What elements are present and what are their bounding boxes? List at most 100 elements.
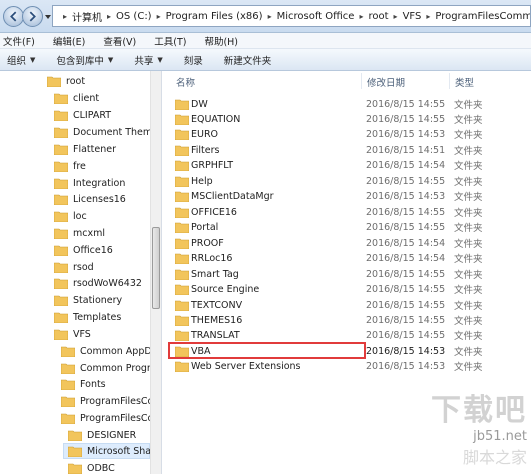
file-name: Filters [191,144,220,156]
folder-icon [175,238,189,249]
file-row[interactable]: EQUATION 2016/8/15 14:55 文件夹 [170,111,528,127]
tree-item-label: CLIPART [73,109,112,121]
tree-item-vfs[interactable]: VFS [54,326,91,342]
file-row[interactable]: Source Engine 2016/8/15 14:55 文件夹 [170,281,528,297]
forward-button[interactable] [22,6,43,27]
column-divider[interactable] [449,73,450,89]
tree-item-loc[interactable]: loc [54,208,87,224]
recent-pages-dropdown-icon[interactable] [44,13,52,21]
column-header-type[interactable]: 类型 [455,75,474,89]
scrollbar-thumb[interactable] [152,227,160,309]
folder-icon [175,330,189,341]
menu-tools[interactable]: 工具(T) [154,34,186,48]
folder-icon [175,269,189,280]
file-row[interactable]: PROOF 2016/8/15 14:54 文件夹 [170,235,528,251]
tree-item-common-programs[interactable]: Common Prograr [61,360,161,376]
address-bar[interactable]: ▸ 计算机 ▸ OS (C:) ▸ Program Files (x86) ▸ Mic… [52,5,531,27]
tree-item-label: fre [73,160,86,172]
tree-item-designer[interactable]: DESIGNER [68,427,136,443]
tree-item-stationery[interactable]: Stationery [54,292,122,308]
file-row-vba[interactable]: VBA 2016/8/15 14:53 文件夹 [170,343,528,359]
breadcrumb-drive[interactable]: OS (C:) ▸ [116,11,166,22]
tree-item-common-appdata[interactable]: Common AppDat [61,343,161,359]
tree-item-fonts[interactable]: Fonts [61,376,106,392]
tree-item-templates[interactable]: Templates [54,309,121,325]
file-row[interactable]: TRANSLAT 2016/8/15 14:55 文件夹 [170,327,528,343]
tree-item-integration[interactable]: Integration [54,175,125,191]
file-row[interactable]: Portal 2016/8/15 14:55 文件夹 [170,219,528,235]
folder-icon [61,363,75,374]
tree-item-label: rsodWoW6432 [73,277,142,289]
file-row[interactable]: Filters 2016/8/15 14:51 文件夹 [170,142,528,158]
organize-button[interactable]: 组织 ▼ [7,53,35,67]
column-divider[interactable] [361,73,362,89]
tree-item-rsodwow6432[interactable]: rsodWoW6432 [54,275,142,291]
file-row[interactable]: EURO 2016/8/15 14:53 文件夹 [170,126,528,142]
folder-icon [54,245,68,256]
share-label: 共享 [134,55,154,67]
new-folder-button[interactable]: 新建文件夹 [224,53,272,67]
folder-icon [175,99,189,110]
back-button[interactable] [3,6,24,27]
folder-icon [175,114,189,125]
file-type: 文件夹 [454,177,483,188]
include-library-button[interactable]: 包含到库中 ▼ [56,53,113,67]
menu-help[interactable]: 帮助(H) [204,34,238,48]
tree-item-document-themes[interactable]: Document Themes [54,124,161,140]
menu-edit[interactable]: 编辑(E) [53,34,85,48]
folder-icon [61,396,75,407]
file-row[interactable]: OFFICE16 2016/8/15 14:55 文件夹 [170,204,528,220]
breadcrumb-vfs[interactable]: VFS ▸ [403,11,436,22]
folder-icon [175,315,189,326]
breadcrumb-computer[interactable]: 计算机 ▸ [72,9,116,24]
file-date: 2016/8/15 14:53 [366,345,446,357]
menu-file[interactable]: 文件(F) [3,34,35,48]
file-row[interactable]: MSClientDataMgr 2016/8/15 14:53 文件夹 [170,188,528,204]
tree-item-rsod[interactable]: rsod [54,259,94,275]
tree-item-programfilescommon-2[interactable]: ProgramFilesCom [61,410,161,426]
tree-item-client[interactable]: client [54,90,99,106]
tree-item-office16[interactable]: Office16 [54,242,113,258]
file-row[interactable]: GRPHFLT 2016/8/15 14:54 文件夹 [170,157,528,173]
tree-item-microsoft-shared[interactable]: Microsoft Share [63,443,161,459]
file-name: THEMES16 [191,314,243,326]
breadcrumb-sep-root[interactable]: ▸ [58,12,72,21]
file-row[interactable]: TEXTCONV 2016/8/15 14:55 文件夹 [170,297,528,313]
tree-item-licenses16[interactable]: Licenses16 [54,191,126,207]
file-row[interactable]: Web Server Extensions 2016/8/15 14:53 文件夹 [170,358,528,374]
breadcrumb-programfilescommon[interactable]: ProgramFilesCommonX8 [435,11,530,22]
column-header-date[interactable]: 修改日期 [367,75,405,89]
tree-item-root[interactable]: root [47,73,85,89]
tree-item-label: Document Themes [73,126,161,138]
folder-icon [47,76,61,87]
file-type: 文件夹 [454,130,483,141]
tree-item-flattener[interactable]: Flattener [54,141,116,157]
tree-item-mcxml[interactable]: mcxml [54,225,105,241]
tree-item-odbc[interactable]: ODBC [68,460,115,474]
burn-button[interactable]: 刻录 [184,53,203,67]
share-button[interactable]: 共享 ▼ [134,53,162,67]
file-row[interactable]: RRLoc16 2016/8/15 14:54 文件夹 [170,250,528,266]
file-row[interactable]: THEMES16 2016/8/15 14:55 文件夹 [170,312,528,328]
file-name: MSClientDataMgr [191,190,274,202]
file-name: EQUATION [191,113,241,125]
tree-scrollbar[interactable] [150,71,161,474]
menu-view[interactable]: 查看(V) [103,34,136,48]
file-row[interactable]: DW 2016/8/15 14:55 文件夹 [170,96,528,112]
folder-icon [54,161,68,172]
folder-icon [54,93,68,104]
file-type: 文件夹 [454,115,483,126]
tree-item-fre[interactable]: fre [54,158,86,174]
breadcrumb-root[interactable]: root ▸ [368,11,402,22]
file-type: 文件夹 [454,239,483,250]
tree-item-programfilescommon-1[interactable]: ProgramFilesCom [61,393,161,409]
tree-item-clipart[interactable]: CLIPART [54,107,111,123]
breadcrumb-microsoft-office[interactable]: Microsoft Office ▸ [277,11,369,22]
breadcrumb-program-files[interactable]: Program Files (x86) ▸ [166,11,277,22]
file-row[interactable]: Help 2016/8/15 14:55 文件夹 [170,173,528,189]
folder-icon [54,278,68,289]
address-toolbar: ▸ 计算机 ▸ OS (C:) ▸ Program Files (x86) ▸ Mic… [0,0,531,33]
navigation-tree[interactable]: root client CLIPART Document Themes Flat… [0,71,161,474]
column-header-name[interactable]: 名称 [176,75,195,89]
file-row[interactable]: Smart Tag 2016/8/15 14:55 文件夹 [170,266,528,282]
